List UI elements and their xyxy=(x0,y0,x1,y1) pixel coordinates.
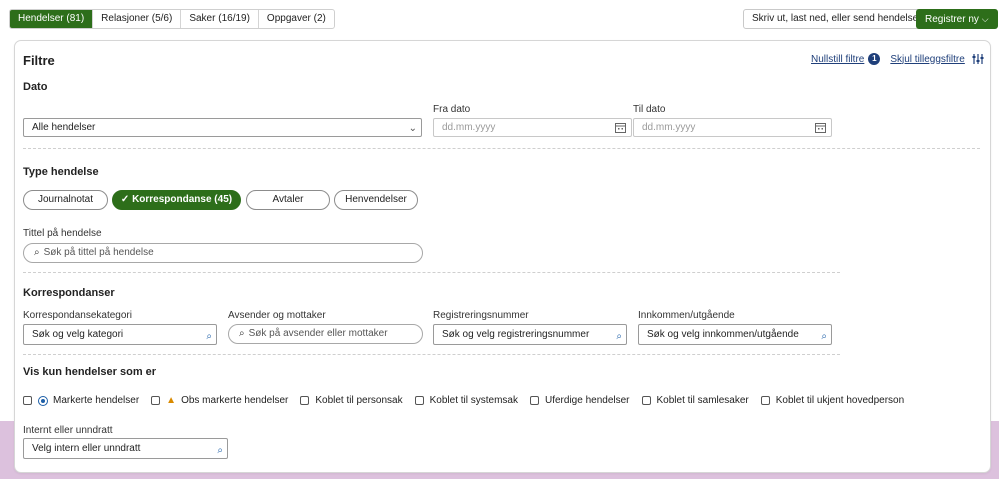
option-label: Koblet til samlesaker xyxy=(656,395,749,406)
hide-extra-filters-link[interactable]: Skjul tilleggsfiltre xyxy=(890,54,964,65)
tab-saker[interactable]: Saker (16/19) xyxy=(181,10,259,28)
from-date-input[interactable]: dd.mm.yyyy xyxy=(433,118,632,137)
sliders-icon[interactable] xyxy=(972,53,984,65)
registration-number-placeholder: Søk og velg registreringsnummer xyxy=(442,329,590,340)
checkbox[interactable] xyxy=(151,396,161,405)
check-icon: ✓ xyxy=(120,194,130,205)
divider xyxy=(23,272,840,273)
checkbox[interactable] xyxy=(530,396,539,405)
chip-label: Korrespondanse (45) xyxy=(132,194,233,205)
tab-label: Relasjoner xyxy=(101,13,149,24)
tab-relasjoner[interactable]: Relasjoner (5/6) xyxy=(93,10,182,28)
to-date-label: Til dato xyxy=(633,104,666,115)
title-search-input[interactable]: ⌕ Søk på tittel på hendelse xyxy=(23,243,423,263)
category-combobox[interactable]: Søk og velg kategori ⌕ xyxy=(23,324,217,345)
calendar-icon[interactable] xyxy=(815,122,826,133)
search-list-icon[interactable]: ⌕ xyxy=(821,327,827,346)
date-range-select[interactable]: Alle hendelser ⌄ xyxy=(23,118,422,137)
option-markerte-hendelser[interactable]: Markerte hendelser xyxy=(23,395,139,406)
category-label: Korrespondansekategori xyxy=(23,310,132,321)
checkbox[interactable] xyxy=(23,396,32,405)
option-koblet-samlesaker[interactable]: Koblet til samlesaker xyxy=(641,395,749,406)
checkbox[interactable] xyxy=(300,396,310,405)
chip-avtaler[interactable]: Avtaler xyxy=(246,190,330,210)
internal-placeholder: Velg intern eller unndratt xyxy=(32,443,141,454)
category-placeholder: Søk og velg kategori xyxy=(32,329,124,340)
direction-label: Innkommen/utgående xyxy=(638,310,735,321)
warning-icon: ▲ xyxy=(166,395,177,406)
from-date-placeholder: dd.mm.yyyy xyxy=(442,122,496,133)
filter-actions: Nullstill filtre 1 Skjul tilleggsfiltre xyxy=(811,53,984,65)
title-search-label: Tittel på hendelse xyxy=(23,228,102,239)
internal-label: Internt eller unndratt xyxy=(23,425,113,436)
print-download-send-button[interactable]: Skriv ut, last ned, eller send hendelser xyxy=(743,9,931,29)
search-list-icon[interactable]: ⌕ xyxy=(217,441,223,460)
checkbox[interactable] xyxy=(641,396,651,405)
checkbox[interactable] xyxy=(414,396,424,405)
chip-korrespondanse[interactable]: ✓ Korrespondanse (45) xyxy=(112,190,241,210)
register-new-label: Registrer ny xyxy=(925,14,979,25)
filters-title: Filtre xyxy=(23,53,55,68)
from-date-label: Fra dato xyxy=(433,104,471,115)
option-label: Obs markerte hendelser xyxy=(181,395,289,406)
to-date-placeholder: dd.mm.yyyy xyxy=(642,122,696,133)
tab-hendelser[interactable]: Hendelser (81) xyxy=(10,10,94,28)
calendar-icon[interactable] xyxy=(615,122,626,133)
sender-recipient-label: Avsender og mottaker xyxy=(228,310,326,321)
search-list-icon[interactable]: ⌕ xyxy=(206,327,212,346)
sender-recipient-placeholder: Søk på avsender eller mottaker xyxy=(248,328,388,339)
main-tabs: Hendelser (81) Relasjoner (5/6) Saker (1… xyxy=(9,9,335,29)
chip-journalnotat[interactable]: Journalnotat xyxy=(23,190,108,210)
active-filter-count-badge: 1 xyxy=(868,53,881,65)
option-label: Markerte hendelser xyxy=(53,395,140,406)
radio-selected-icon xyxy=(38,395,48,406)
filter-panel: Filtre Nullstill filtre 1 Skjul tilleggs… xyxy=(14,40,991,473)
option-koblet-ukjent-hovedperson[interactable]: Koblet til ukjent hovedperson xyxy=(760,395,905,406)
tab-count: (16/19) xyxy=(218,13,250,24)
registration-number-label: Registreringsnummer xyxy=(433,310,529,321)
dato-heading: Dato xyxy=(23,81,48,93)
checkbox[interactable] xyxy=(760,396,770,405)
divider xyxy=(23,148,980,149)
divider xyxy=(23,354,840,355)
show-only-heading: Vis kun hendelser som er xyxy=(23,366,157,378)
search-icon: ⌕ xyxy=(239,328,245,339)
tab-label: Oppgaver xyxy=(266,13,311,24)
tab-count: (2) xyxy=(313,13,326,24)
to-date-input[interactable]: dd.mm.yyyy xyxy=(633,118,832,137)
tab-oppgaver[interactable]: Oppgaver (2) xyxy=(259,10,334,28)
show-only-options: Markerte hendelser ▲ Obs markerte hendel… xyxy=(23,395,916,406)
tab-count: (81) xyxy=(66,13,85,24)
option-obs-markerte-hendelser[interactable]: ▲ Obs markerte hendelser xyxy=(151,395,288,406)
option-koblet-personsak[interactable]: Koblet til personsak xyxy=(300,395,403,406)
date-range-value: Alle hendelser xyxy=(32,122,96,133)
option-label: Koblet til ukjent hovedperson xyxy=(775,395,905,406)
chip-henvendelser[interactable]: Henvendelser xyxy=(334,190,418,210)
search-icon: ⌕ xyxy=(34,247,40,258)
tab-label: Saker xyxy=(189,13,216,24)
register-new-button[interactable]: Registrer ny ⌵ xyxy=(916,9,998,29)
reset-filters-link[interactable]: Nullstill filtre xyxy=(811,54,864,65)
direction-combobox[interactable]: Søk og velg innkommen/utgående ⌕ xyxy=(638,324,832,345)
internal-combobox[interactable]: Velg intern eller unndratt ⌕ xyxy=(23,438,228,459)
option-label: Koblet til systemsak xyxy=(429,395,518,406)
tab-label: Hendelser xyxy=(18,13,64,24)
option-label: Uferdige hendelser xyxy=(545,395,630,406)
search-list-icon[interactable]: ⌕ xyxy=(616,327,622,346)
option-label: Koblet til personsak xyxy=(315,395,403,406)
option-uferdige-hendelser[interactable]: Uferdige hendelser xyxy=(530,395,630,406)
direction-placeholder: Søk og velg innkommen/utgående xyxy=(647,329,799,340)
tab-count: (5/6) xyxy=(151,13,173,24)
korrespondanser-heading: Korrespondanser xyxy=(23,287,115,299)
type-heading: Type hendelse xyxy=(23,166,99,178)
chevron-down-icon: ⌄ xyxy=(408,123,417,134)
sender-recipient-input[interactable]: ⌕ Søk på avsender eller mottaker xyxy=(228,324,423,344)
option-koblet-systemsak[interactable]: Koblet til systemsak xyxy=(414,395,518,406)
title-search-placeholder: Søk på tittel på hendelse xyxy=(43,247,154,258)
chevron-down-icon: ⌵ xyxy=(981,14,989,24)
registration-number-combobox[interactable]: Søk og velg registreringsnummer ⌕ xyxy=(433,324,627,345)
